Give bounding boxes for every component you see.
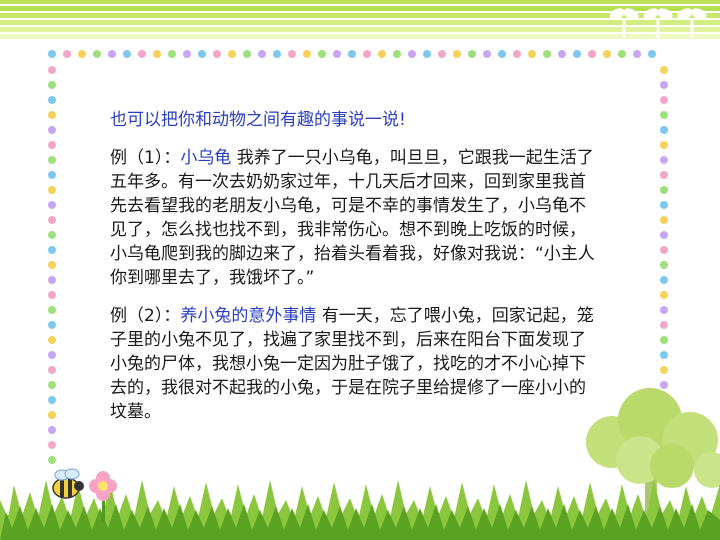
- border-dot: [48, 216, 56, 224]
- border-dot: [363, 50, 371, 58]
- border-dot: [633, 50, 641, 58]
- example-title-2: 养小兔的意外事情: [180, 306, 317, 326]
- border-dot: [48, 50, 56, 58]
- border-dot: [78, 50, 86, 58]
- border-dot: [243, 50, 251, 58]
- border-dot: [408, 50, 416, 58]
- border-dot: [48, 111, 56, 119]
- border-dot: [498, 50, 506, 58]
- intro-prompt: 也可以把你和动物之间有趣的事说一说!: [110, 110, 406, 130]
- border-dot: [138, 50, 146, 58]
- border-dot: [660, 276, 668, 284]
- border-dot: [660, 111, 668, 119]
- border-dot: [660, 216, 668, 224]
- border-dot: [660, 291, 668, 299]
- border-dot: [48, 186, 56, 194]
- border-dot: [153, 50, 161, 58]
- border-dot: [168, 50, 176, 58]
- border-dot: [258, 50, 266, 58]
- border-dot: [48, 246, 56, 254]
- border-dot: [48, 306, 56, 314]
- border-dot: [660, 126, 668, 134]
- example-label-1: 例（1）：: [110, 148, 181, 168]
- border-dot: [48, 231, 56, 239]
- border-dot: [48, 201, 56, 209]
- border-dot: [588, 50, 596, 58]
- border-dot: [378, 50, 386, 58]
- border-dot: [48, 261, 56, 269]
- border-dot: [48, 291, 56, 299]
- border-dot: [228, 50, 236, 58]
- border-dot: [333, 50, 341, 58]
- border-dot: [660, 351, 668, 359]
- border-dot: [63, 50, 71, 58]
- border-dot: [48, 156, 56, 164]
- example-text-1: 我养了一只小乌龟，叫旦旦，它跟我一起生活了五年多。有一次去奶奶家过年，十几天后才…: [110, 148, 595, 288]
- bottom-scene: [0, 388, 720, 540]
- border-dot: [48, 336, 56, 344]
- border-dot: [423, 50, 431, 58]
- border-dot: [48, 276, 56, 284]
- border-dot: [123, 50, 131, 58]
- border-dot: [393, 50, 401, 58]
- border-dot: [288, 50, 296, 58]
- border-dot: [93, 50, 101, 58]
- border-dot: [660, 321, 668, 329]
- border-dot: [660, 156, 668, 164]
- border-dot: [48, 141, 56, 149]
- border-dot: [660, 336, 668, 344]
- border-dot: [660, 246, 668, 254]
- border-dot: [48, 351, 56, 359]
- border-dot: [660, 366, 668, 374]
- border-dot: [660, 231, 668, 239]
- example-label-2: 例（2）：: [110, 306, 181, 326]
- example-paragraph-1: 例（1）：小乌龟 我养了一只小乌龟，叫旦旦，它跟我一起生活了五年多。有一次去奶奶…: [110, 146, 600, 290]
- border-dot: [648, 50, 656, 58]
- border-dot: [183, 50, 191, 58]
- border-dot: [348, 50, 356, 58]
- border-dot: [660, 81, 668, 89]
- border-dot: [483, 50, 491, 58]
- border-dot: [198, 50, 206, 58]
- border-dot: [660, 306, 668, 314]
- border-dot: [213, 50, 221, 58]
- border-dot: [660, 261, 668, 269]
- border-dot: [303, 50, 311, 58]
- border-dot: [618, 50, 626, 58]
- border-dot: [660, 201, 668, 209]
- border-dot: [543, 50, 551, 58]
- border-dot: [48, 81, 56, 89]
- border-dot: [48, 96, 56, 104]
- border-dot: [660, 96, 668, 104]
- border-dot: [108, 50, 116, 58]
- border-dot: [528, 50, 536, 58]
- border-dot: [558, 50, 566, 58]
- border-dot: [453, 50, 461, 58]
- border-dot: [573, 50, 581, 58]
- border-dot: [660, 66, 668, 74]
- border-dot: [318, 50, 326, 58]
- border-dot: [468, 50, 476, 58]
- border-dot: [48, 171, 56, 179]
- border-dot: [660, 171, 668, 179]
- border-dot: [273, 50, 281, 58]
- border-dot: [48, 126, 56, 134]
- border-dot: [48, 66, 56, 74]
- border-dot: [660, 141, 668, 149]
- border-dot: [438, 50, 446, 58]
- example-title-1: 小乌龟: [180, 148, 232, 168]
- border-dot: [48, 321, 56, 329]
- border-dot: [603, 50, 611, 58]
- border-dot: [48, 366, 56, 374]
- border-dot: [513, 50, 521, 58]
- border-dot: [660, 186, 668, 194]
